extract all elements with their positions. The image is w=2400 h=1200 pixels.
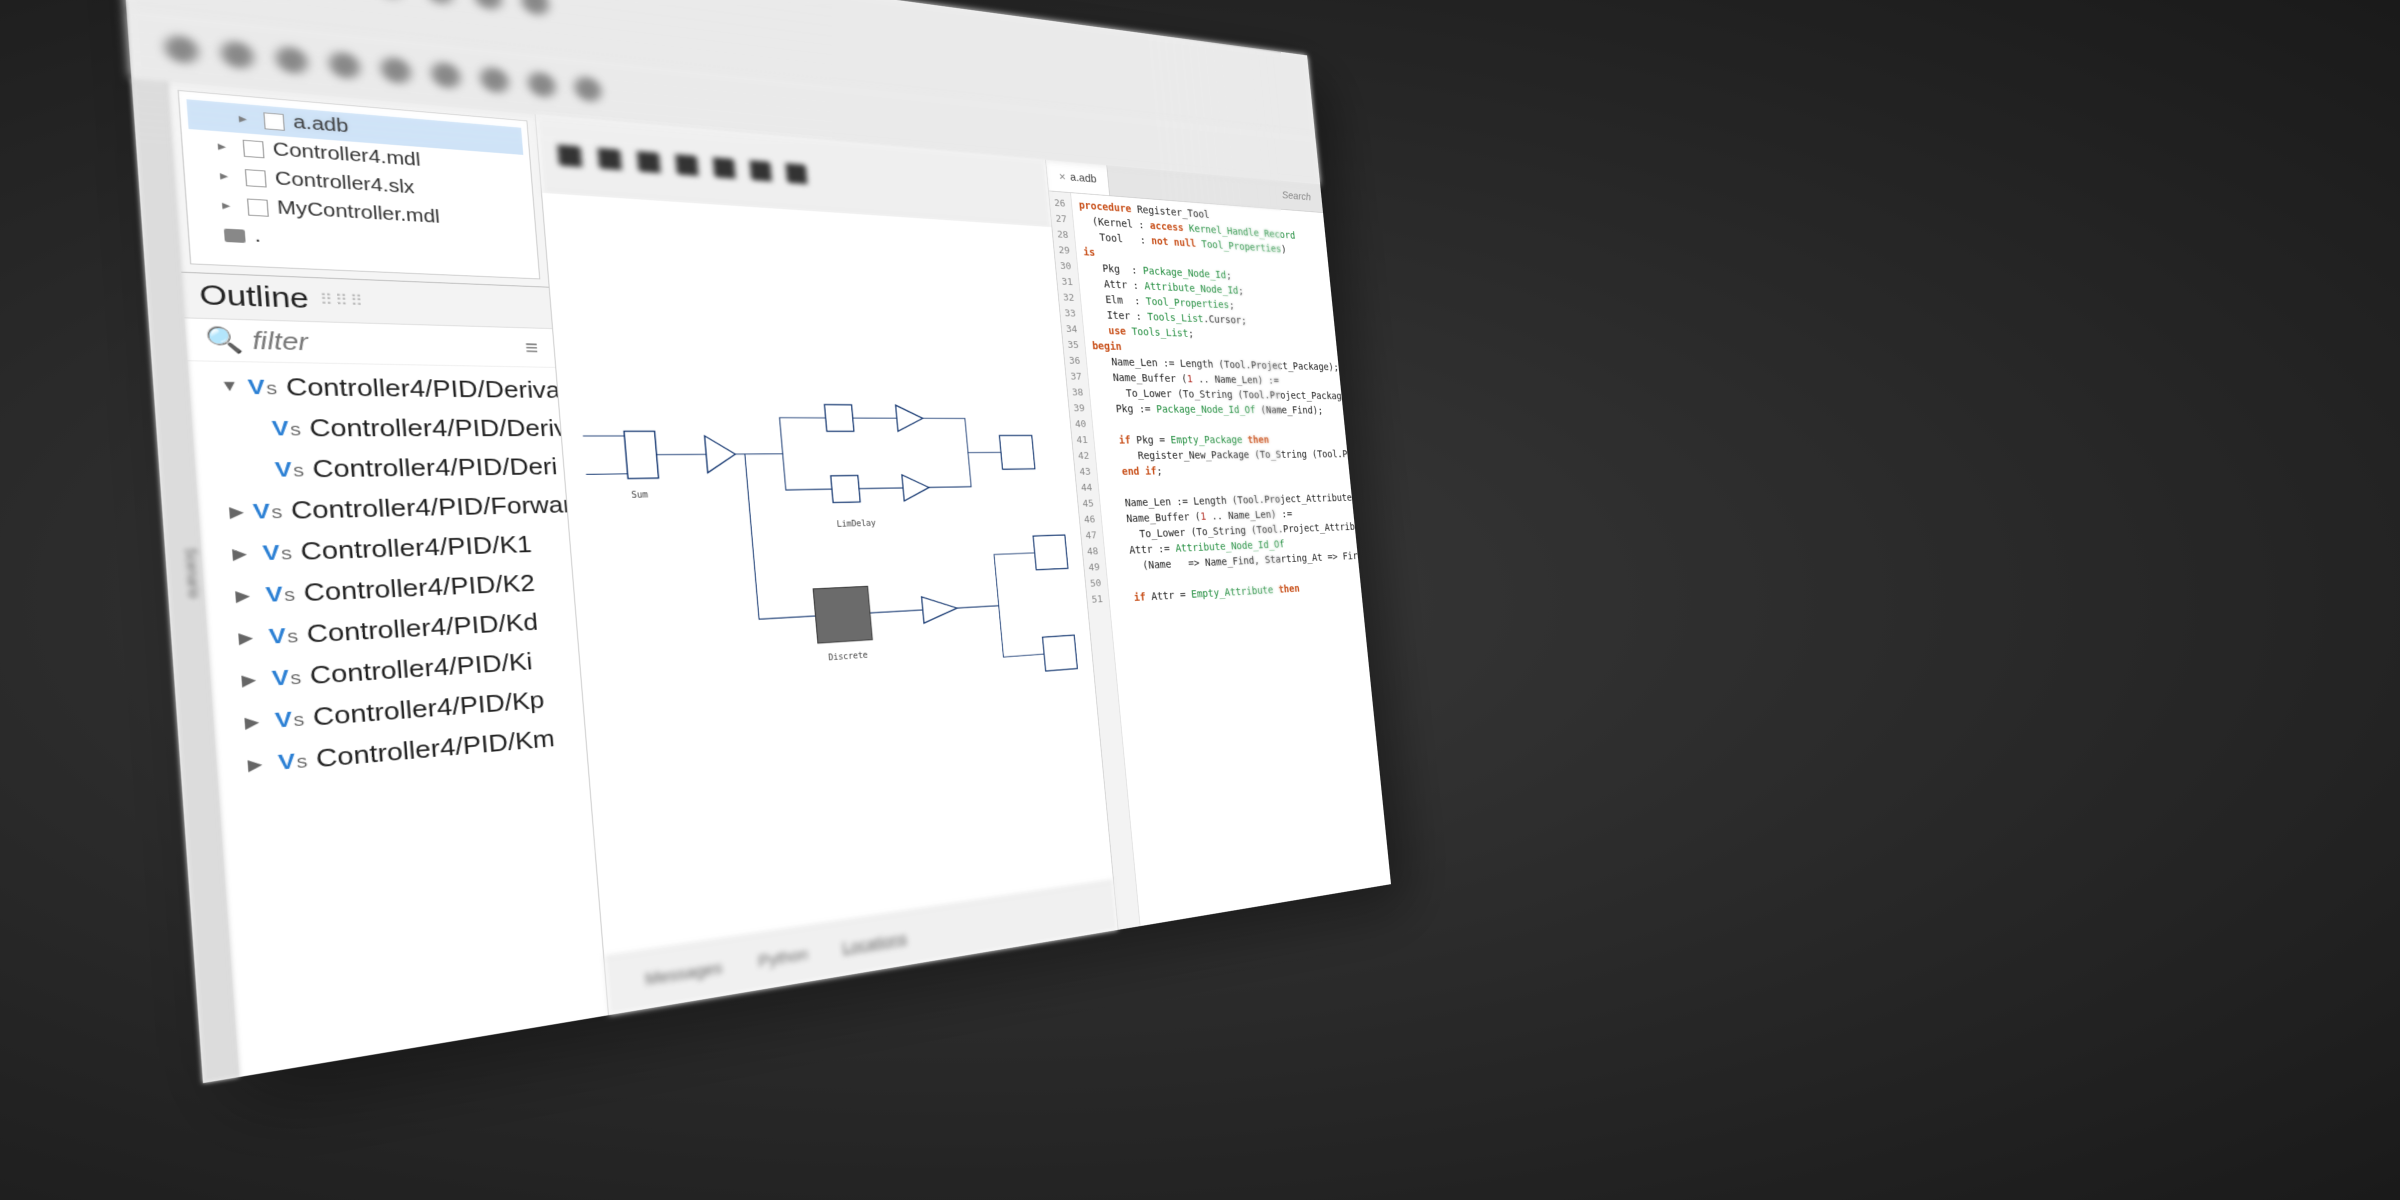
outline-list: ▼VSController4/PID/DerivatVSController4/… — [188, 361, 608, 1077]
chevron-icon: ▼ — [220, 378, 240, 396]
grip-icon: ⠿⠿⠿ — [319, 290, 366, 310]
status-tab[interactable]: Python — [758, 945, 809, 971]
chevron-right-icon: ▸ — [219, 167, 236, 184]
menu-icon[interactable]: ≡ — [524, 336, 539, 359]
center-panel: Sum Discrete LimDelay Messages Python Lo… — [535, 114, 1119, 1015]
tab-label: a.adb — [1070, 171, 1098, 186]
outline-item[interactable]: ▼VSController4/PID/Derivat — [188, 365, 559, 409]
variable-badge: VS — [277, 747, 308, 775]
outline-item-label: Controller4/PID/K1 — [300, 530, 533, 566]
variable-badge: VS — [271, 416, 301, 441]
outline-item-label: Controller4/PID/Deri — [311, 453, 558, 484]
outline-item-label: Controller4/PID/Forward — [290, 491, 587, 526]
chevron-icon: ▶ — [232, 543, 254, 563]
file-icon — [247, 198, 269, 216]
svg-text:LimDelay: LimDelay — [836, 519, 876, 529]
file-icon — [245, 169, 267, 187]
editor-tab[interactable]: ✕ a.adb — [1046, 160, 1110, 196]
chevron-icon: ▶ — [229, 502, 245, 522]
variable-badge: VS — [271, 664, 302, 691]
svg-text:Discrete: Discrete — [828, 652, 868, 664]
outline-item-label: Controller4/PID/K2 — [303, 569, 536, 608]
status-tab[interactable]: Locations — [842, 930, 908, 958]
outline-item[interactable]: VSController4/PID/Deriv — [191, 407, 562, 449]
outline-panel: Outline ⠿⠿⠿ 🔍 filter ≡ ▼VSController4/PI… — [181, 272, 608, 1077]
chevron-icon: ▶ — [247, 753, 270, 775]
tab-close-icon[interactable]: ✕ — [1058, 171, 1066, 182]
status-tab[interactable]: Messages — [645, 959, 723, 990]
variable-badge: VS — [268, 622, 299, 649]
outline-item-label: Controller4/PID/Derivat — [285, 372, 568, 404]
chevron-right-icon: ▸ — [217, 138, 234, 155]
left-panel: ▸ a.adb ▸ Controller4.mdl ▸ Controller4.… — [167, 81, 608, 1077]
block-diagram[interactable]: Sum Discrete LimDelay — [542, 193, 1113, 957]
variable-badge: VS — [247, 374, 278, 399]
chevron-icon: ▶ — [244, 711, 267, 732]
tree-item-label: a.adb — [292, 112, 349, 138]
outline-title: Outline — [198, 279, 310, 315]
outline-item-label: Controller4/PID/Deriv — [308, 414, 567, 443]
chevron-right-icon: ▸ — [238, 110, 255, 127]
variable-badge: VS — [262, 539, 293, 565]
variable-badge: VS — [274, 457, 304, 482]
editor-search[interactable]: Search — [1270, 188, 1322, 204]
variable-badge: VS — [252, 498, 283, 524]
filter-placeholder: filter — [251, 326, 309, 357]
outline-item[interactable]: VS Controller4/PID/Deri — [194, 448, 565, 492]
chevron-icon: ▶ — [235, 585, 257, 605]
file-icon — [263, 112, 285, 131]
project-tree: ▸ a.adb ▸ Controller4.mdl ▸ Controller4.… — [178, 90, 541, 279]
svg-text:Sum: Sum — [631, 490, 648, 500]
tree-item-label: . — [254, 225, 262, 247]
search-icon: 🔍 — [204, 325, 244, 356]
file-icon — [243, 139, 265, 158]
folder-icon — [224, 228, 246, 242]
chevron-icon: ▶ — [241, 669, 264, 690]
variable-badge: VS — [265, 581, 296, 607]
variable-badge: VS — [274, 705, 305, 732]
chevron-right-icon: ▸ — [222, 197, 239, 214]
main-content: Scenario ▸ a.adb ▸ Controller4.mdl ▸ — [131, 78, 1391, 1083]
chevron-icon: ▶ — [238, 627, 261, 648]
ide-window: Scenario ▸ a.adb ▸ Controller4.mdl ▸ — [118, 0, 1391, 1083]
